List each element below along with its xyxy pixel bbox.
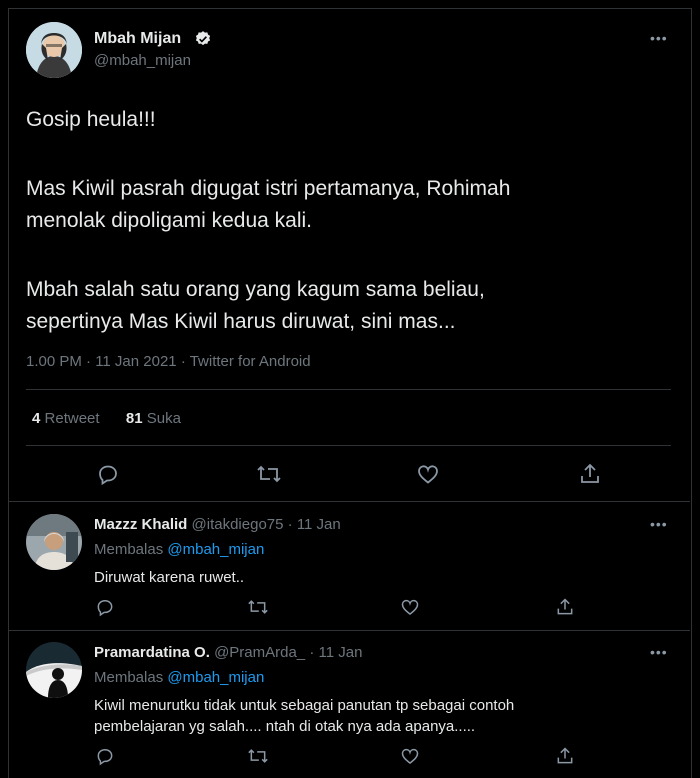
like-icon[interactable] [400,597,420,617]
replying-to: Membalas @mbah_mijan [94,541,264,558]
tweet-line: Mbah salah satu orang yang kagum sama be… [26,278,485,301]
retweet-icon[interactable] [247,746,269,766]
replying-to: Membalas @mbah_mijan [94,669,264,686]
tweet-line: sepertinya Mas Kiwil harus diruwat, sini… [26,310,456,333]
reply-author-name[interactable]: Mazzz Khalid [94,516,187,533]
share-icon[interactable] [555,597,575,617]
reply-date[interactable]: · 11 Jan [309,644,362,661]
more-icon[interactable]: ••• [650,516,668,532]
more-icon[interactable]: ••• [650,30,668,46]
like-label[interactable]: Suka [147,410,181,427]
reply-icon[interactable] [96,462,120,486]
author-name[interactable]: Mbah Mijan [94,30,181,48]
share-icon[interactable] [555,746,575,766]
reply-text: Diruwat karena ruwet.. [94,569,245,586]
divider [9,501,690,502]
author-handle[interactable]: @mbah_mijan [94,52,191,69]
reply-line: Kiwil menurutku tidak untuk sebagai panu… [94,697,515,714]
mention-link[interactable]: @mbah_mijan [167,541,264,558]
tweet-meta[interactable]: 1.00 PM · 11 Jan 2021 · Twitter for Andr… [26,353,311,370]
like-count[interactable]: 81 [126,410,143,427]
retweet-label[interactable]: Retweet [45,410,100,427]
retweet-icon[interactable] [247,597,269,617]
reply-line: pembelajaran yg salah.... ntah di otak n… [94,718,476,735]
tweet-line: Mas Kiwil pasrah digugat istri pertamany… [26,177,511,200]
reply-author-name[interactable]: Pramardatina O. [94,644,210,661]
avatar[interactable] [26,514,82,570]
tweet-text: Gosip heula!!! Mas Kiwil pasrah digugat … [26,104,666,338]
reply-header: Mazzz Khalid @itakdiego75 · 11 Jan [94,516,341,533]
tweet-line: menolak dipoligami kedua kali. [26,209,312,232]
reply-date[interactable]: · 11 Jan [288,516,341,533]
divider [26,389,671,390]
replying-label: Membalas [94,541,164,558]
more-icon[interactable]: ••• [650,644,668,660]
retweet-icon[interactable] [256,462,282,486]
reply-author-handle[interactable]: @itakdiego75 [192,516,284,533]
retweet-count[interactable]: 4 [32,410,40,427]
tweet-stats: 4 Retweet 81 Suka [32,410,181,427]
divider [9,630,690,631]
avatar[interactable] [26,642,82,698]
avatar[interactable] [26,22,82,78]
tweet-line: Gosip heula!!! [26,108,156,131]
mention-link[interactable]: @mbah_mijan [167,669,264,686]
reply-author-handle[interactable]: @PramArda_ [214,644,305,661]
reply-icon[interactable] [95,746,115,766]
verified-badge-icon [194,30,212,48]
reply-header: Pramardatina O. @PramArda_ · 11 Jan [94,644,362,661]
like-icon[interactable] [400,746,420,766]
like-icon[interactable] [416,462,440,486]
replying-label: Membalas [94,669,164,686]
reply-icon[interactable] [95,597,115,617]
reply-text: Kiwil menurutku tidak untuk sebagai panu… [94,695,514,737]
divider [26,445,671,446]
share-icon[interactable] [578,462,602,486]
